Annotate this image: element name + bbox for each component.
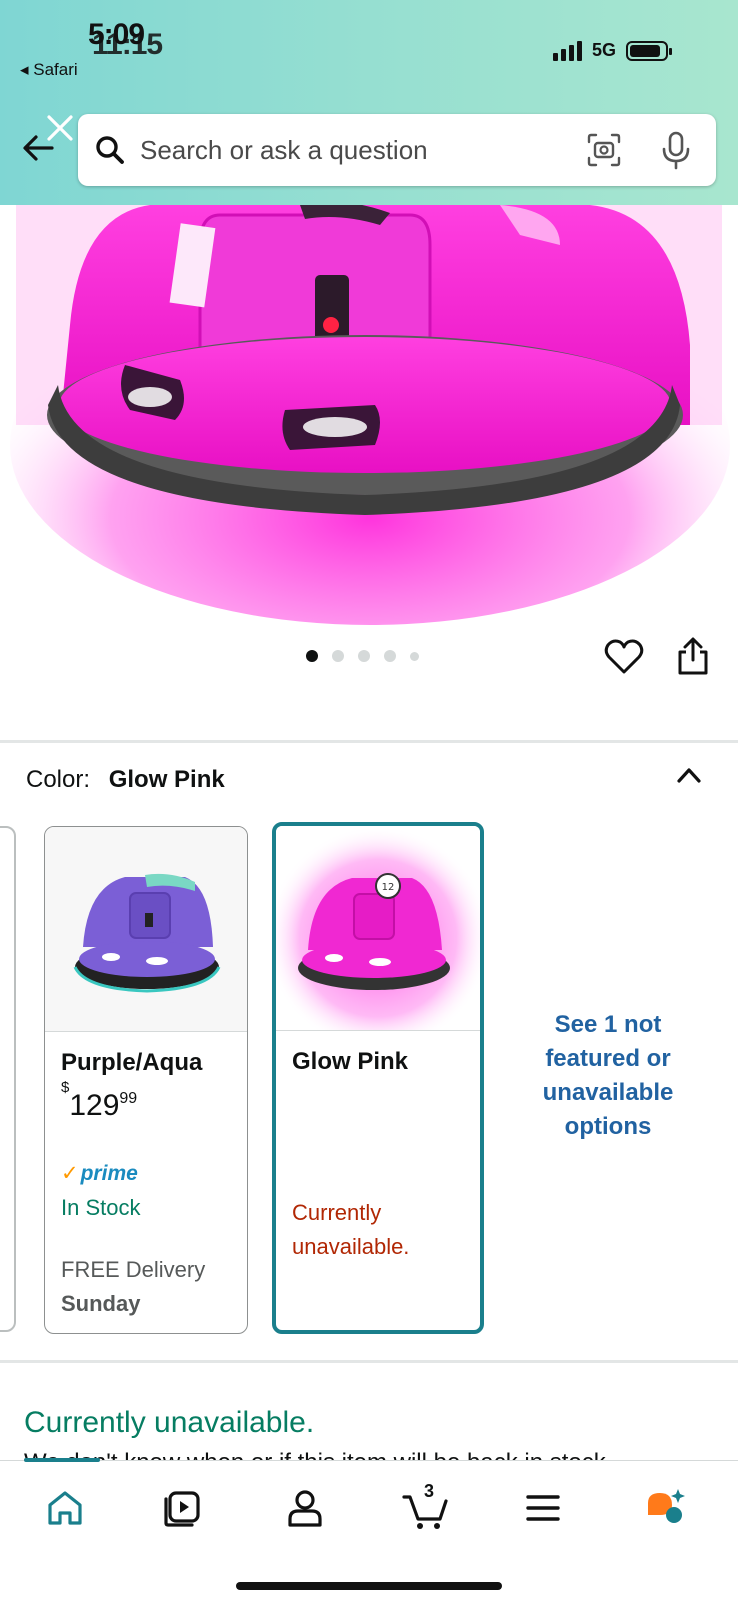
- selected-color: Glow Pink: [108, 766, 225, 793]
- status-icons: 5G: [552, 40, 672, 61]
- video-icon: [164, 1491, 200, 1527]
- back-to-safari[interactable]: ◂ Safari: [20, 60, 78, 80]
- price-cents: 99: [119, 1090, 138, 1107]
- color-label-row: Color: Glow Pink: [26, 766, 225, 794]
- nav-account[interactable]: [280, 1483, 330, 1533]
- see-unavailable-options-link[interactable]: See 1 not featured or unavailable option…: [520, 1008, 696, 1144]
- home-icon: [48, 1491, 82, 1525]
- chevron-up-icon[interactable]: [674, 764, 704, 786]
- network-label: 5G: [591, 40, 616, 60]
- option-thumbnail: 12: [276, 826, 480, 1031]
- availability-headline: Currently unavailable.: [24, 1406, 315, 1439]
- wishlist-heart-icon[interactable]: [604, 638, 644, 676]
- status-time-overlap: 11:15: [92, 28, 163, 61]
- share-icon[interactable]: [676, 636, 710, 676]
- pager-dot[interactable]: [306, 650, 318, 662]
- nav-video[interactable]: [158, 1483, 208, 1533]
- search-bar[interactable]: [78, 114, 716, 186]
- pager-dot[interactable]: [384, 650, 396, 662]
- option-availability: Currently unavailable.: [292, 1200, 410, 1259]
- color-label: Color:: [26, 766, 91, 793]
- color-option-card-partial[interactable]: [0, 826, 16, 1332]
- prime-check-icon: ✓: [61, 1162, 79, 1185]
- price-symbol: $: [61, 1079, 70, 1096]
- camera-scan-icon[interactable]: [586, 132, 622, 168]
- signal-icon: [552, 40, 582, 61]
- nav-assistant[interactable]: [640, 1483, 690, 1533]
- battery-icon: [626, 40, 672, 61]
- option-name: Purple/Aqua: [61, 1049, 203, 1076]
- price-whole: 129: [69, 1089, 120, 1122]
- status-time: 5:09 11:15: [88, 18, 163, 61]
- close-icon[interactable]: [44, 112, 76, 144]
- section-divider: [0, 740, 738, 743]
- microphone-icon[interactable]: [658, 130, 694, 170]
- nav-home[interactable]: [40, 1483, 90, 1533]
- svg-text:12: 12: [382, 882, 395, 893]
- search-icon: [96, 136, 124, 164]
- section-divider: [0, 1360, 738, 1363]
- option-price: $12999: [61, 1079, 138, 1123]
- nav-cart[interactable]: 3: [400, 1481, 450, 1533]
- image-pager[interactable]: [306, 650, 419, 662]
- bumper-car-image: [0, 205, 738, 625]
- prime-label: prime: [80, 1162, 138, 1185]
- color-option-purple-aqua[interactable]: Purple/Aqua $12999 ✓prime In Stock FREE …: [44, 826, 248, 1334]
- stock-status: In Stock: [61, 1195, 141, 1220]
- active-tab-indicator: [24, 1458, 100, 1462]
- option-name: Glow Pink: [292, 1048, 409, 1075]
- home-indicator: [236, 1582, 502, 1590]
- cart-count-badge: 3: [424, 1481, 435, 1501]
- color-option-glow-pink[interactable]: 12 Glow Pink Currently unavailable.: [272, 822, 484, 1334]
- pager-dot[interactable]: [358, 650, 370, 662]
- menu-icon: [526, 1495, 560, 1521]
- search-input[interactable]: [140, 130, 560, 170]
- option-thumbnail: [45, 827, 247, 1032]
- delivery-day: Sunday: [61, 1291, 141, 1316]
- assistant-icon: [648, 1489, 685, 1523]
- pager-dot[interactable]: [332, 650, 344, 662]
- product-image[interactable]: [0, 205, 738, 625]
- account-icon: [288, 1490, 322, 1527]
- prime-badge: ✓prime: [61, 1161, 138, 1186]
- header: 5:09 11:15 ◂ Safari 5G: [0, 0, 738, 205]
- bottom-navigation: 3: [0, 1460, 738, 1601]
- delivery-label: FREE Delivery: [61, 1257, 206, 1282]
- nav-menu[interactable]: [518, 1483, 568, 1533]
- pager-dot[interactable]: [410, 651, 419, 661]
